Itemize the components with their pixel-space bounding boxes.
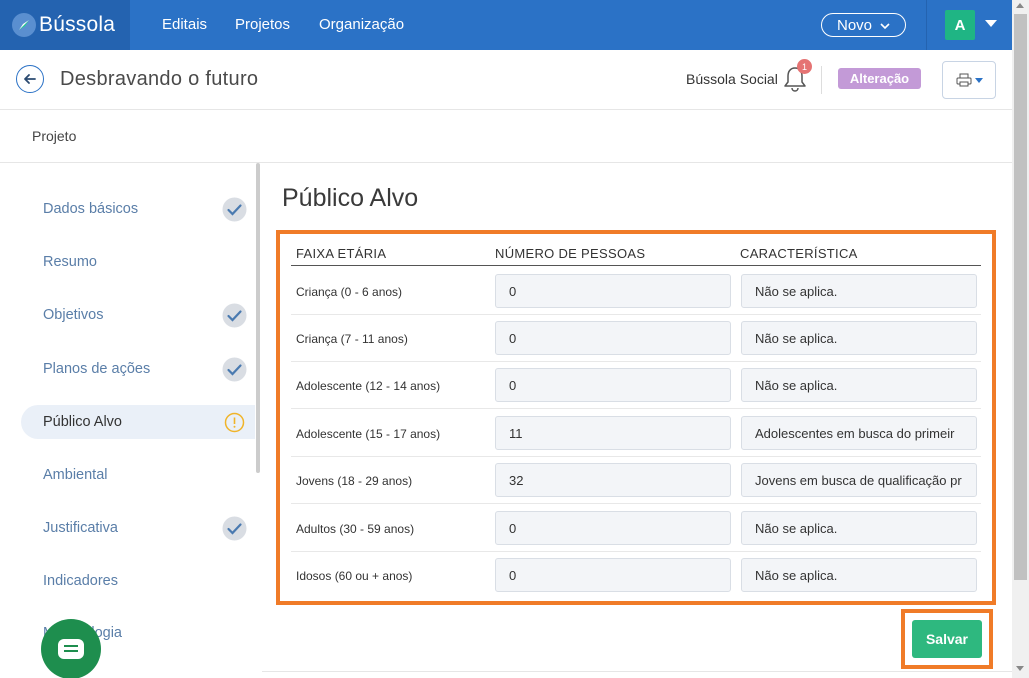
page-title: Desbravando o futuro	[60, 68, 259, 90]
page-scrollbar[interactable]	[1012, 0, 1029, 678]
caracteristica-input[interactable]: Não se aplica.	[741, 368, 977, 402]
sidebar-item-ambiental[interactable]: Ambiental	[21, 458, 255, 492]
table-row: Criança (7 - 11 anos) 0 Não se aplica.	[291, 315, 981, 362]
sidebar-item-label: Planos de ações	[43, 361, 151, 377]
table-row: Adolescente (15 - 17 anos) 11 Adolescent…	[291, 410, 981, 457]
print-button[interactable]	[942, 61, 996, 99]
save-button[interactable]: Salvar	[912, 620, 982, 658]
faixa-etaria-label: Adultos (30 - 59 anos)	[296, 522, 415, 536]
status-badge: Alteração	[838, 68, 921, 89]
nav-divider	[926, 0, 927, 50]
chevron-down-icon	[880, 17, 890, 34]
publico-alvo-table: FAIXA ETÁRIA NÚMERO DE PESSOAS CARACTERÍ…	[276, 230, 996, 605]
printer-icon	[956, 73, 971, 87]
sidebar-item-resumo[interactable]: Resumo	[21, 245, 255, 279]
sidebar-item-label: Ambiental	[43, 467, 108, 483]
numero-pessoas-input[interactable]: 32	[495, 463, 731, 497]
caracteristica-input[interactable]: Não se aplica.	[741, 511, 977, 545]
brand-logo[interactable]: Bússola	[0, 0, 130, 50]
caracteristica-input[interactable]: Não se aplica.	[741, 274, 977, 308]
caracteristica-input[interactable]: Jovens em busca de qualificação pr	[741, 463, 977, 497]
sidebar-item-publico-alvo[interactable]: Público Alvo	[21, 405, 255, 439]
nav-link-editais[interactable]: Editais	[162, 16, 207, 33]
table-row: Criança (0 - 6 anos) 0 Não se aplica.	[291, 268, 981, 315]
caracteristica-input[interactable]: Não se aplica.	[741, 321, 977, 355]
sidebar-item-indicadores[interactable]: Indicadores	[21, 564, 255, 598]
table-header-divider	[291, 265, 981, 266]
caret-down-icon	[974, 77, 983, 83]
scroll-down-icon[interactable]	[1016, 666, 1024, 671]
caracteristica-input[interactable]: Adolescentes em busca do primeir	[741, 416, 977, 450]
save-button-highlight: Salvar	[901, 609, 993, 669]
notification-badge: 1	[797, 59, 812, 74]
check-icon	[222, 516, 247, 541]
faixa-etaria-label: Adolescente (15 - 17 anos)	[296, 427, 441, 441]
breadcrumb: Projeto	[0, 111, 1012, 163]
organization-name: Bússola Social	[686, 71, 778, 87]
table-row: Adultos (30 - 59 anos) 0 Não se aplica.	[291, 505, 981, 552]
nav-link-projetos[interactable]: Projetos	[235, 16, 290, 33]
page-header: Desbravando o futuro Bússola Social 1 Al…	[0, 50, 1012, 110]
faixa-etaria-label: Idosos (60 ou + anos)	[296, 569, 413, 583]
sidebar: Dados básicos Resumo Objetivos Planos de…	[0, 163, 262, 678]
column-header-numero-de-pessoas: NÚMERO DE PESSOAS	[495, 246, 646, 261]
sidebar-item-label: Justificativa	[43, 520, 118, 536]
content-divider	[262, 671, 1012, 672]
scroll-up-icon[interactable]	[1016, 3, 1024, 8]
scroll-thumb[interactable]	[1014, 14, 1027, 580]
novo-button[interactable]: Novo	[821, 13, 906, 37]
faixa-etaria-label: Criança (7 - 11 anos)	[296, 332, 408, 346]
sidebar-item-planos-de-acoes[interactable]: Planos de ações	[21, 352, 255, 386]
top-navbar: Bússola Editais Projetos Organização Nov…	[0, 0, 1012, 50]
numero-pessoas-input[interactable]: 0	[495, 511, 731, 545]
warning-icon	[224, 412, 245, 433]
numero-pessoas-input[interactable]: 0	[495, 558, 731, 592]
faixa-etaria-label: Adolescente (12 - 14 anos)	[296, 379, 441, 393]
avatar[interactable]: A	[945, 10, 975, 40]
breadcrumb-projeto[interactable]: Projeto	[32, 128, 76, 144]
header-divider	[821, 66, 822, 94]
numero-pessoas-input[interactable]: 0	[495, 274, 731, 308]
novo-label: Novo	[836, 16, 873, 34]
check-icon	[222, 357, 247, 382]
nav-link-organizacao[interactable]: Organização	[319, 16, 404, 33]
numero-pessoas-input[interactable]: 0	[495, 321, 731, 355]
table-row: Idosos (60 ou + anos) 0 Não se aplica.	[291, 552, 981, 599]
caracteristica-input[interactable]: Não se aplica.	[741, 558, 977, 592]
check-icon	[222, 197, 247, 222]
sidebar-item-label: Público Alvo	[43, 414, 122, 430]
table-row: Jovens (18 - 29 anos) 32 Jovens em busca…	[291, 457, 981, 504]
caret-down-icon[interactable]	[985, 20, 997, 27]
back-button[interactable]	[16, 65, 44, 93]
chat-icon	[58, 639, 84, 659]
sidebar-item-label: Objetivos	[43, 307, 104, 323]
numero-pessoas-input[interactable]: 0	[495, 368, 731, 402]
sidebar-item-label: Indicadores	[43, 573, 118, 589]
faixa-etaria-label: Criança (0 - 6 anos)	[296, 285, 403, 299]
numero-pessoas-input[interactable]: 11	[495, 416, 731, 450]
chat-button[interactable]	[41, 619, 101, 678]
faixa-etaria-label: Jovens (18 - 29 anos)	[296, 474, 413, 488]
compass-icon	[12, 13, 36, 37]
sidebar-item-label: Resumo	[43, 254, 97, 270]
sidebar-item-label: Dados básicos	[43, 201, 139, 217]
sidebar-item-justificativa[interactable]: Justificativa	[21, 511, 255, 545]
check-icon	[222, 303, 247, 328]
sidebar-item-dados-basicos[interactable]: Dados básicos	[21, 192, 255, 226]
column-header-caracteristica: CARACTERÍSTICA	[740, 246, 858, 261]
column-header-faixa-etaria: FAIXA ETÁRIA	[296, 246, 387, 261]
table-row: Adolescente (12 - 14 anos) 0 Não se apli…	[291, 362, 981, 409]
brand-name: Bússola	[39, 13, 116, 36]
sidebar-item-objetivos[interactable]: Objetivos	[21, 298, 255, 332]
arrow-left-icon	[24, 74, 36, 84]
sidebar-scrollbar[interactable]	[256, 163, 260, 473]
section-title: Público Alvo	[282, 184, 419, 212]
